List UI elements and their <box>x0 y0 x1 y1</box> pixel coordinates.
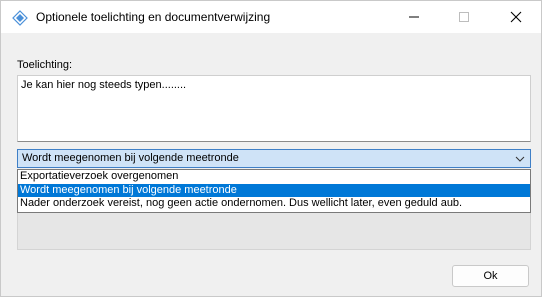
title-bar[interactable]: Optionele toelichting en documentverwijz… <box>1 1 541 33</box>
combobox-selected-text: Wordt meegenomen bij volgende meetronde <box>22 152 239 164</box>
minimize-button[interactable] <box>391 1 437 33</box>
document-reference-area <box>17 213 531 250</box>
maximize-button[interactable] <box>441 1 487 33</box>
dialog-body: Toelichting: Je kan hier nog steeds type… <box>1 33 541 297</box>
close-button[interactable] <box>493 1 539 33</box>
chevron-down-icon[interactable] <box>515 154 525 164</box>
maximize-icon <box>459 12 469 22</box>
dialog-window: Optionele toelichting en documentverwijz… <box>0 0 542 297</box>
toelichting-textarea[interactable]: Je kan hier nog steeds typen........ <box>17 75 531 142</box>
window-title: Optionele toelichting en documentverwijz… <box>36 10 271 24</box>
minimize-icon <box>409 16 419 18</box>
dropdown-option[interactable]: Nader onderzoek vereist, nog geen actie … <box>18 197 530 211</box>
ok-button[interactable]: Ok <box>452 265 529 287</box>
close-icon <box>510 11 522 23</box>
status-combobox[interactable]: Wordt meegenomen bij volgende meetronde <box>17 149 531 168</box>
dropdown-option-selected[interactable]: Wordt meegenomen bij volgende meetronde <box>18 183 530 197</box>
toelichting-label: Toelichting: <box>17 59 73 71</box>
status-dropdown-list: Exportatieverzoek overgenomen Wordt meeg… <box>17 169 531 213</box>
dropdown-option[interactable]: Exportatieverzoek overgenomen <box>18 170 530 184</box>
app-icon <box>12 10 28 26</box>
